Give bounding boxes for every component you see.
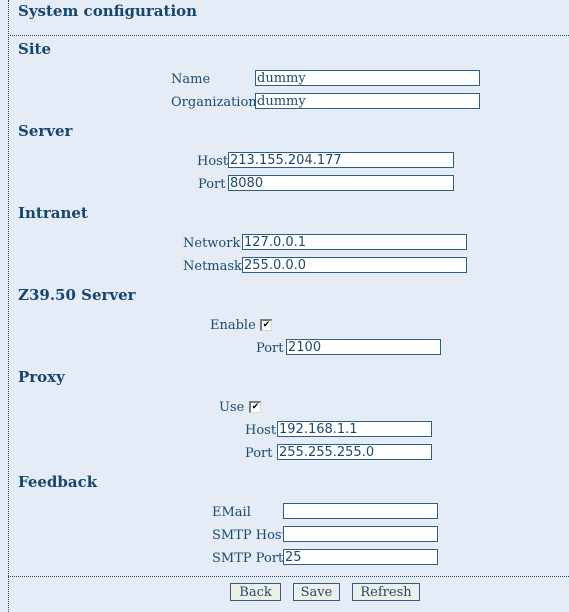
checkmark-icon: ✔: [262, 320, 271, 330]
footer-divider: [8, 576, 569, 577]
site-organization-input[interactable]: [255, 93, 480, 109]
proxy-use-label: Use: [219, 400, 245, 415]
z3950-enable-checkbox[interactable]: ✔: [260, 319, 272, 331]
header-divider: [8, 35, 569, 36]
intranet-network-label: Network: [183, 236, 241, 251]
refresh-button[interactable]: Refresh: [352, 583, 420, 601]
intranet-network-input[interactable]: [242, 234, 467, 250]
feedback-smtp-host-label: SMTP Host: [212, 528, 287, 543]
site-name-input[interactable]: [255, 70, 480, 86]
feedback-email-label: EMail: [212, 505, 251, 520]
save-button[interactable]: Save: [293, 583, 340, 601]
section-title-feedback: Feedback: [18, 473, 98, 491]
z3950-enable-label: Enable: [210, 318, 256, 333]
section-title-z3950: Z39.50 Server: [18, 286, 136, 304]
server-port-input[interactable]: [228, 175, 454, 191]
feedback-smtp-host-input[interactable]: [283, 526, 438, 542]
checkmark-icon: ✔: [251, 402, 260, 412]
back-button[interactable]: Back: [230, 583, 281, 601]
section-title-intranet: Intranet: [18, 204, 88, 222]
site-organization-label: Organization: [171, 95, 257, 110]
proxy-port-label: Port: [245, 446, 273, 461]
feedback-email-input[interactable]: [283, 503, 438, 519]
z3950-port-label: Port: [256, 341, 284, 356]
site-name-label: Name: [171, 72, 211, 87]
section-title-site: Site: [18, 40, 52, 58]
proxy-port-input[interactable]: [277, 444, 432, 460]
server-host-input[interactable]: [228, 152, 454, 168]
section-title-server: Server: [18, 122, 73, 140]
intranet-netmask-input[interactable]: [242, 257, 467, 273]
feedback-smtp-port-label: SMTP Port: [212, 551, 284, 566]
section-title-proxy: Proxy: [18, 368, 65, 386]
proxy-host-label: Host: [245, 423, 277, 438]
proxy-host-input[interactable]: [277, 421, 432, 437]
z3950-port-input[interactable]: [286, 339, 441, 355]
proxy-use-checkbox[interactable]: ✔: [249, 401, 261, 413]
server-host-label: Host: [197, 154, 229, 169]
server-port-label: Port: [198, 177, 226, 192]
intranet-netmask-label: Netmask: [183, 259, 242, 274]
page-title: System configuration: [18, 2, 198, 20]
feedback-smtp-port-input[interactable]: [283, 549, 438, 565]
left-dotted-border: [8, 0, 9, 612]
